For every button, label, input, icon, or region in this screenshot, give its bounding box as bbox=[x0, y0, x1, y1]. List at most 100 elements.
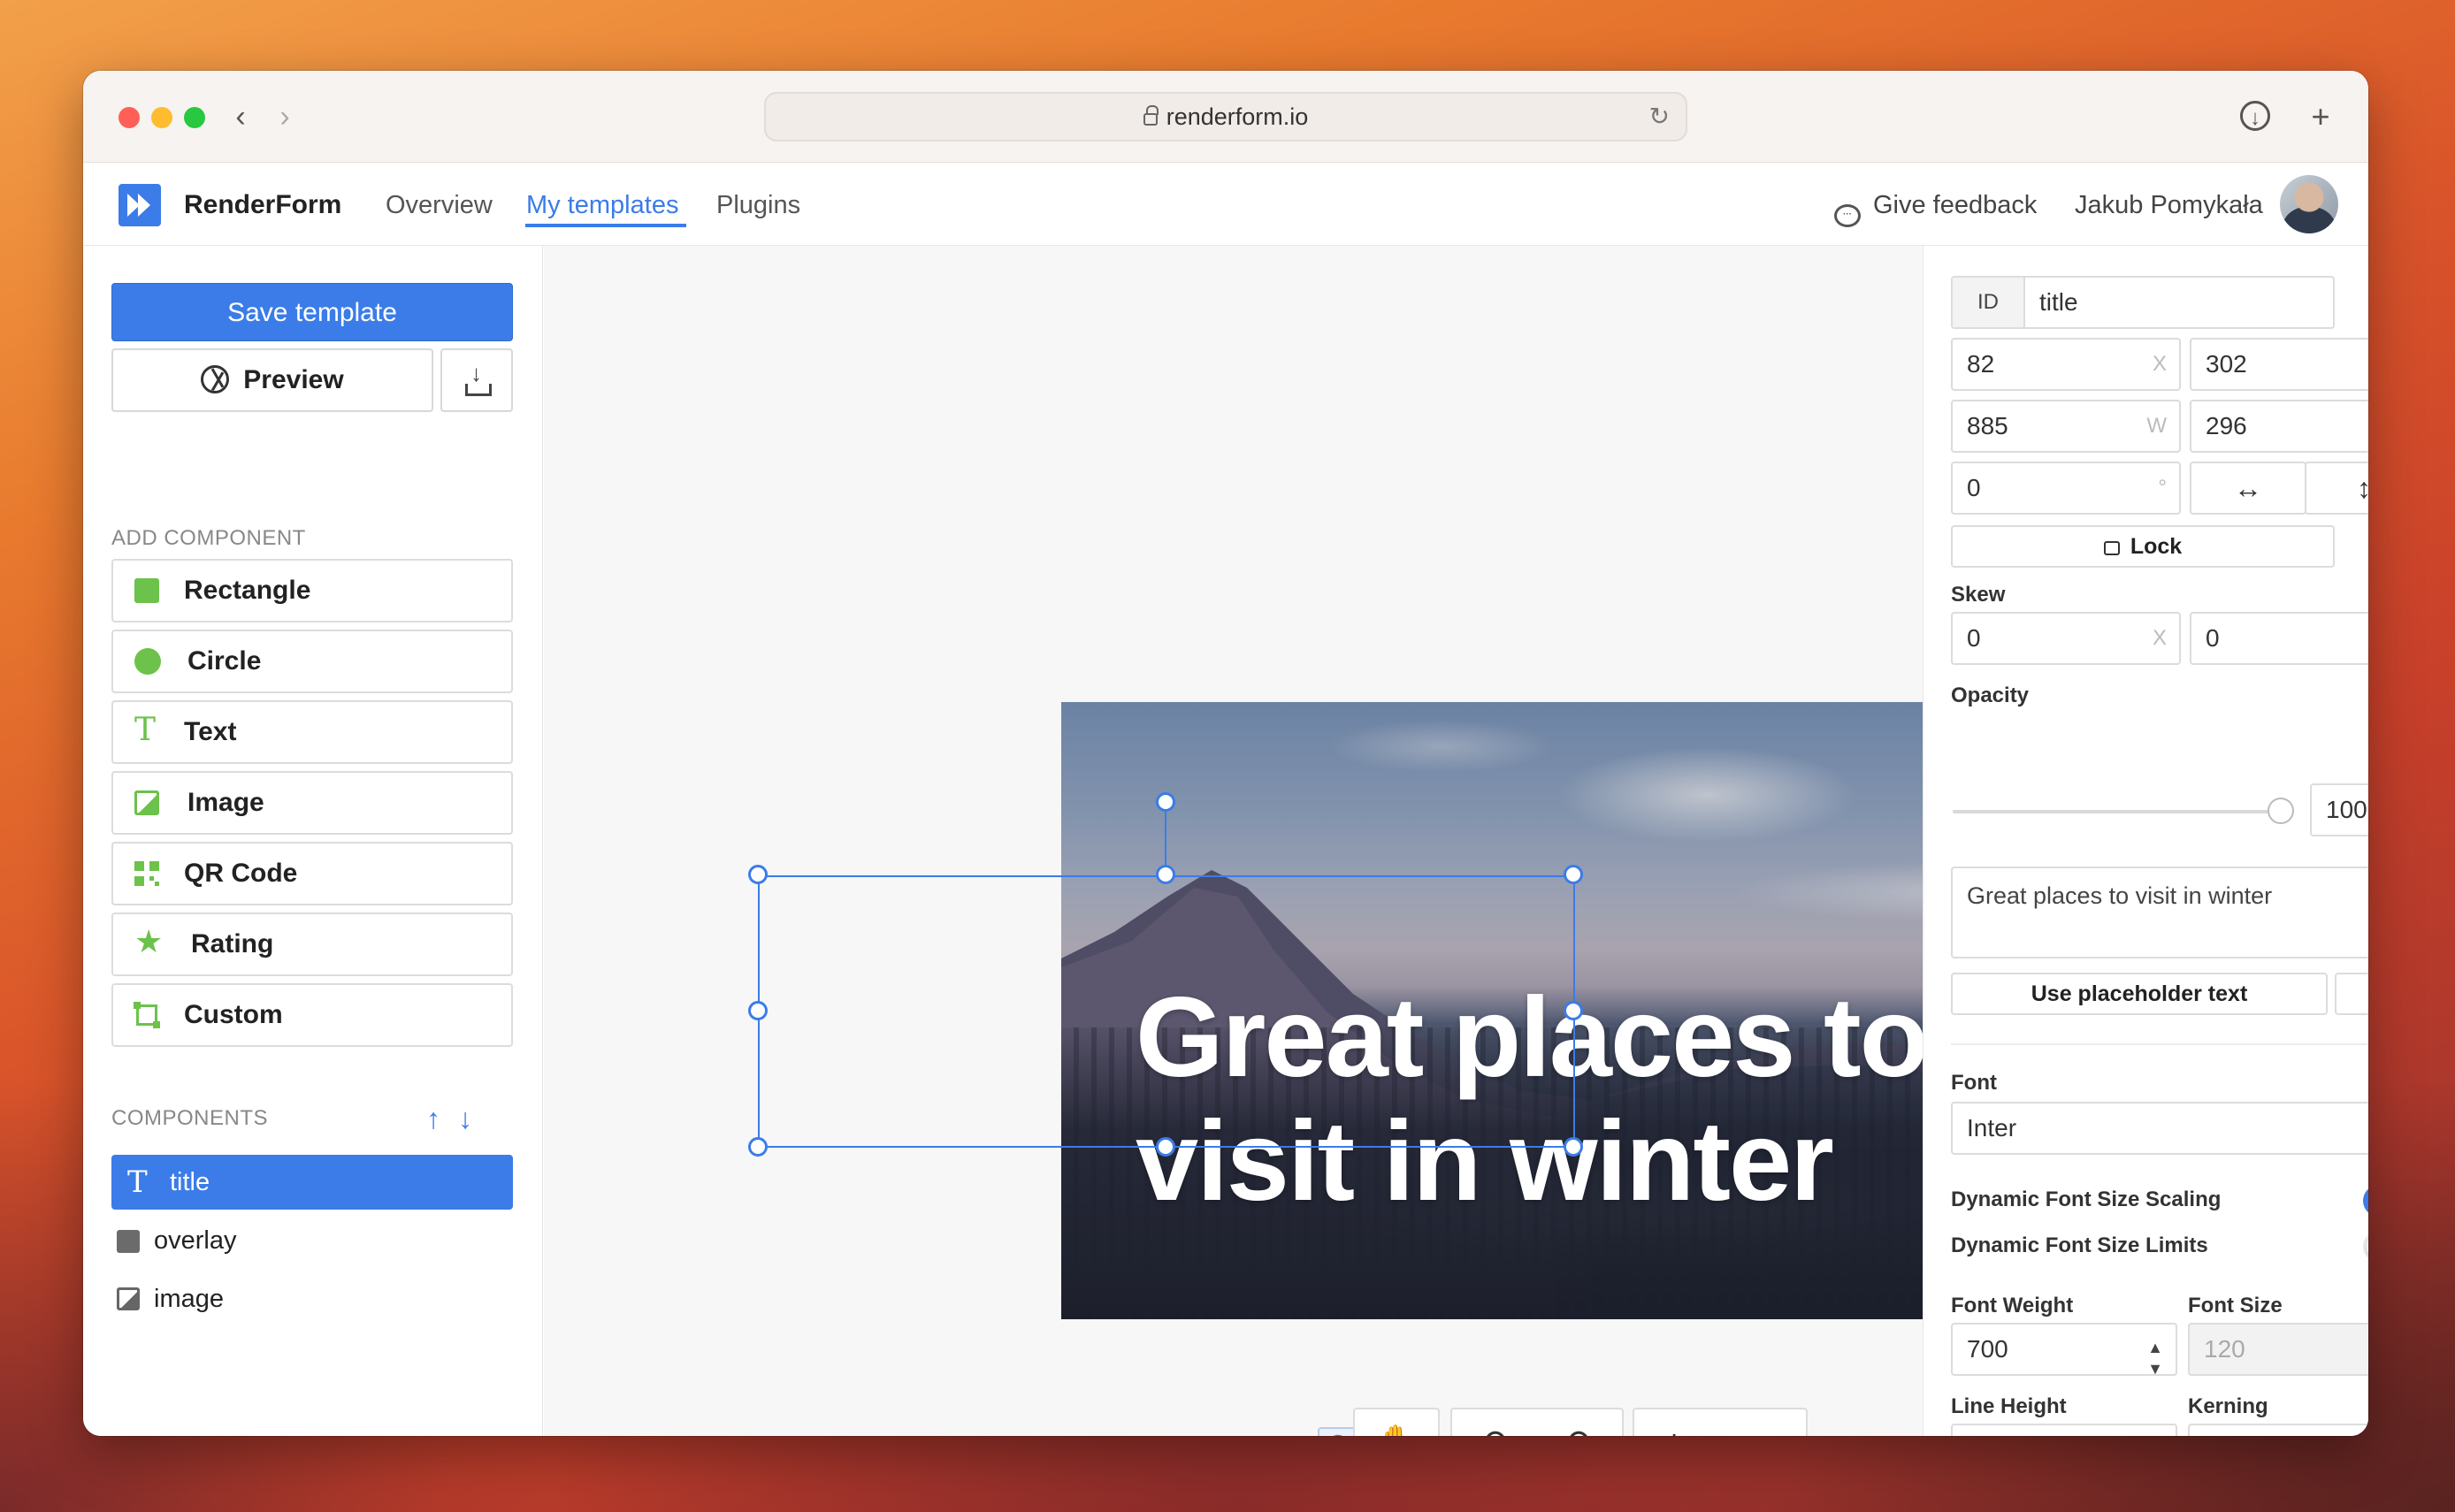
tray-icon bbox=[465, 384, 492, 396]
id-field[interactable]: ID title bbox=[1951, 276, 2335, 329]
add-rating-button[interactable]: ★ Rating bbox=[111, 913, 513, 976]
line-height-field[interactable]: 1px bbox=[1951, 1424, 2177, 1436]
chat-icon: ··· bbox=[1834, 204, 1861, 227]
component-label: Text bbox=[184, 717, 237, 746]
dynamic-font-size-limits-label: Dynamic Font Size Limits bbox=[1951, 1233, 2208, 1257]
resize-handle-w[interactable] bbox=[748, 1001, 768, 1020]
app-header: RenderForm Overview My templates Plugins… bbox=[83, 163, 2368, 246]
reload-icon[interactable]: ↻ bbox=[1649, 94, 1670, 140]
user-name[interactable]: Jakub Pomykała bbox=[2075, 186, 2263, 225]
layer-item-title[interactable]: Ttitle bbox=[111, 1155, 513, 1210]
rotation-field[interactable]: 0 ° bbox=[1951, 462, 2181, 515]
add-rectangle-button[interactable]: Rectangle bbox=[111, 559, 513, 622]
layer-item-overlay[interactable]: overlay bbox=[111, 1213, 513, 1268]
selection-box[interactable] bbox=[758, 875, 1575, 1148]
lock-label: Lock bbox=[2130, 534, 2183, 559]
add-text-button[interactable]: T Text bbox=[111, 700, 513, 764]
y-field[interactable]: 302Y bbox=[2190, 338, 2368, 391]
line-height-suffix: px bbox=[2141, 1425, 2163, 1436]
line-height-label: Line Height bbox=[1951, 1394, 2067, 1418]
arrow-up-icon[interactable]: ↑ bbox=[426, 1103, 458, 1134]
font-size-value: 120 bbox=[2204, 1335, 2245, 1363]
resize-handle-sw[interactable] bbox=[748, 1137, 768, 1157]
add-circle-button[interactable]: Circle bbox=[111, 630, 513, 693]
arrow-down-icon[interactable]: ↓ bbox=[458, 1103, 490, 1134]
zoom-window-button[interactable] bbox=[184, 107, 205, 128]
opacity-label: Opacity bbox=[1951, 683, 2030, 707]
preview-label: Preview bbox=[243, 365, 344, 394]
rotation-suffix: ° bbox=[2158, 476, 2167, 500]
plus-icon: + bbox=[2311, 98, 2330, 134]
component-label: Image bbox=[187, 788, 264, 817]
lock-button[interactable]: Lock bbox=[1951, 525, 2335, 568]
width-field[interactable]: 885 W bbox=[1951, 400, 2181, 453]
back-button[interactable]: ‹ bbox=[221, 97, 260, 136]
add-image-button[interactable]: Image bbox=[111, 771, 513, 835]
opacity-slider-track[interactable] bbox=[1953, 810, 2291, 813]
id-label: ID bbox=[1953, 278, 2025, 327]
minimize-window-button[interactable] bbox=[151, 107, 172, 128]
font-size-label: Font Size bbox=[2188, 1294, 2283, 1317]
resize-handle-s[interactable] bbox=[1156, 1137, 1175, 1157]
height-field[interactable]: 296H bbox=[2190, 400, 2368, 453]
font-weight-select[interactable]: 700 ▲ ▼ bbox=[1951, 1323, 2177, 1378]
pan-tool-button[interactable]: ✋ bbox=[1353, 1408, 1440, 1436]
image-icon bbox=[117, 1287, 140, 1310]
lock-icon bbox=[2103, 541, 2120, 555]
resize-handle-ne[interactable] bbox=[1564, 865, 1583, 884]
zoom-out-icon[interactable]: − bbox=[1755, 1409, 1774, 1436]
save-template-button[interactable]: Save template bbox=[111, 283, 513, 341]
skew-y-field[interactable]: 0Y bbox=[2190, 612, 2368, 665]
brand-name[interactable]: RenderForm bbox=[184, 186, 341, 225]
add-qr-code-button[interactable]: QR Code bbox=[111, 842, 513, 905]
new-tab-button[interactable]: + bbox=[2301, 97, 2340, 136]
undo-icon[interactable]: ↶ bbox=[1479, 1409, 1507, 1436]
component-label: Custom bbox=[184, 1000, 283, 1029]
skew-x-value: 0 bbox=[1967, 624, 1981, 652]
layer-label: overlay bbox=[154, 1226, 237, 1255]
downloads-button[interactable] bbox=[2236, 97, 2275, 138]
opacity-field[interactable]: 100% bbox=[2310, 783, 2368, 836]
select-arrows-icon: ▲ ▼ bbox=[2147, 1339, 2163, 1378]
browser-window: ‹ › renderform.io ↻ + RenderForm Overvie… bbox=[83, 71, 2368, 1436]
font-weight-label: Font Weight bbox=[1951, 1294, 2074, 1317]
forward-button[interactable]: › bbox=[265, 97, 304, 136]
editor-canvas[interactable]: Great places to visit in winter bbox=[544, 246, 2243, 1436]
download-button[interactable]: ↓ bbox=[440, 348, 513, 412]
hand-icon: ✋ bbox=[1375, 1424, 1417, 1436]
browser-toolbar: ‹ › renderform.io ↻ + bbox=[83, 71, 2368, 163]
emoji-button[interactable]: ☺ bbox=[2335, 973, 2368, 1015]
flip-vertical-button[interactable]: ↕ bbox=[2305, 462, 2368, 515]
kerning-field[interactable]: -2em bbox=[2188, 1424, 2368, 1436]
preview-button[interactable]: Preview bbox=[111, 348, 433, 412]
font-field[interactable]: Inter bbox=[1951, 1102, 2368, 1155]
resize-handle-se[interactable] bbox=[1564, 1137, 1583, 1157]
skew-x-field[interactable]: 0X bbox=[1951, 612, 2181, 665]
nav-plugins[interactable]: Plugins bbox=[716, 186, 800, 225]
user-avatar[interactable] bbox=[2280, 175, 2338, 233]
nav-overview[interactable]: Overview bbox=[386, 186, 493, 225]
component-label: Circle bbox=[187, 646, 262, 676]
renderform-logo[interactable] bbox=[119, 184, 161, 226]
history-controls: ↶ ↷ bbox=[1450, 1408, 1624, 1436]
text-icon: T bbox=[134, 712, 157, 748]
rotation-value: 0 bbox=[1967, 474, 1981, 501]
x-field[interactable]: 82 X bbox=[1951, 338, 2181, 391]
give-feedback-link[interactable]: ··· Give feedback bbox=[1834, 186, 2037, 227]
resize-handle-n[interactable] bbox=[1156, 865, 1175, 884]
layer-item-image[interactable]: image bbox=[111, 1271, 513, 1326]
nav-my-templates[interactable]: My templates bbox=[526, 186, 678, 225]
rectangle-icon bbox=[134, 578, 159, 603]
resize-handle-nw[interactable] bbox=[748, 865, 768, 884]
text-content-textarea[interactable]: Great places to visit in winter bbox=[1951, 867, 2368, 958]
add-custom-button[interactable]: Custom bbox=[111, 983, 513, 1047]
opacity-slider-knob[interactable] bbox=[2268, 798, 2294, 824]
redo-icon[interactable]: ↷ bbox=[1567, 1409, 1595, 1436]
use-placeholder-text-button[interactable]: Use placeholder text bbox=[1951, 973, 2328, 1015]
rotation-handle[interactable] bbox=[1156, 792, 1175, 812]
address-bar[interactable]: renderform.io ↻ bbox=[764, 92, 1687, 141]
flip-horizontal-button[interactable]: ↔ bbox=[2190, 462, 2306, 515]
close-window-button[interactable] bbox=[119, 107, 140, 128]
resize-handle-e[interactable] bbox=[1564, 1001, 1583, 1020]
zoom-in-icon[interactable]: + bbox=[1664, 1409, 1684, 1436]
